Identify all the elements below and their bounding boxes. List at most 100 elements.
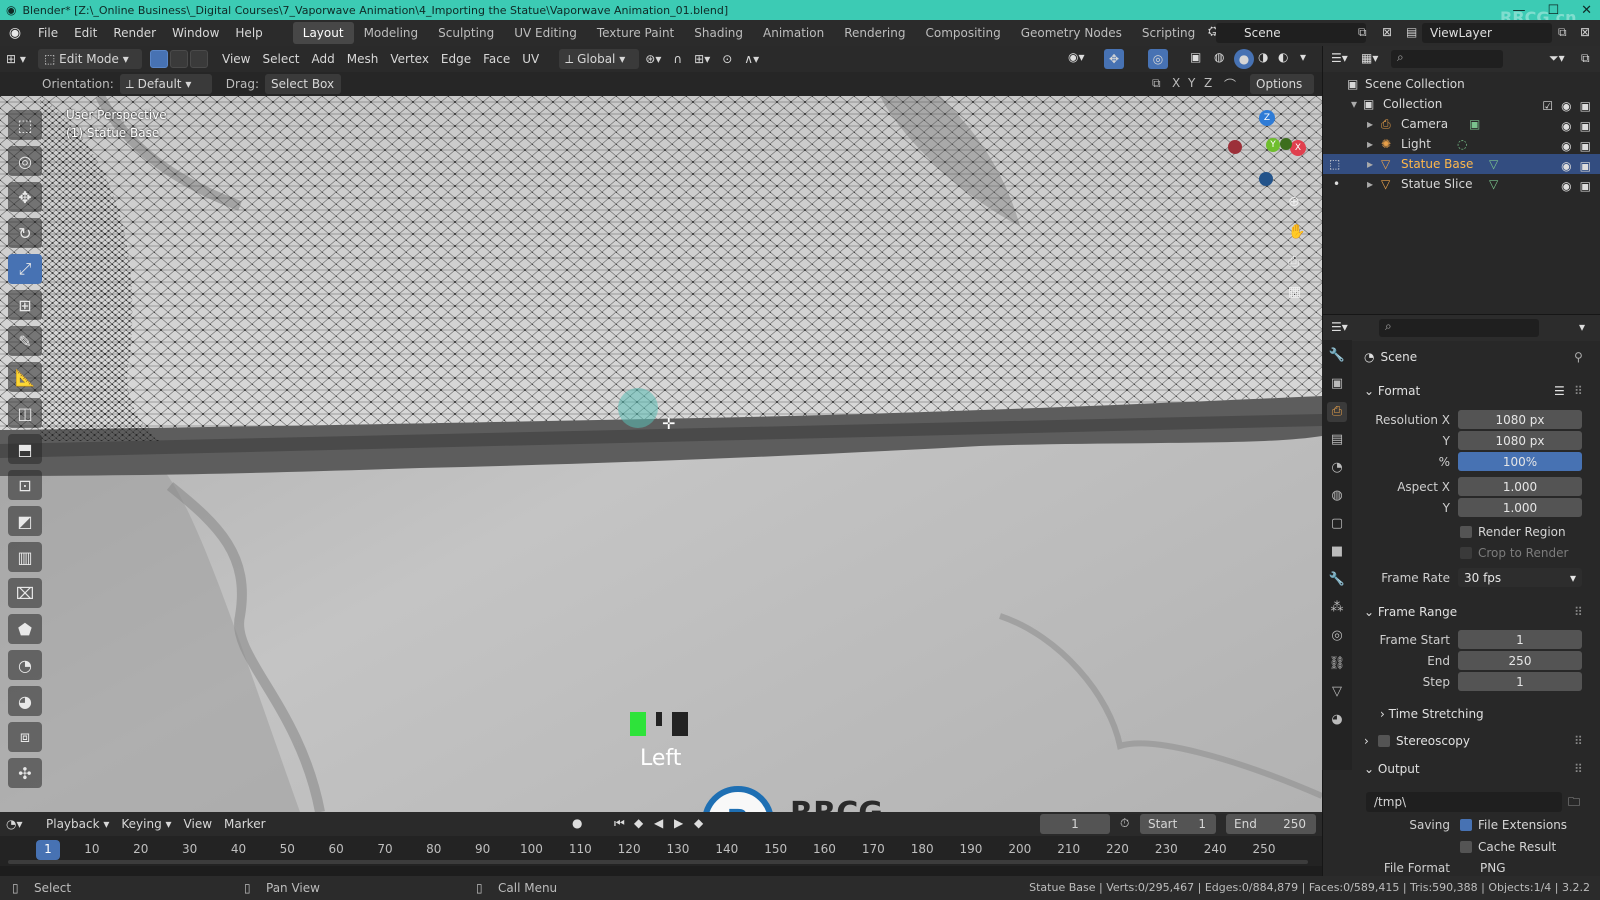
material-shading-icon[interactable]: ◑ xyxy=(1258,50,1268,64)
wireframe-shading-icon[interactable]: ◍ xyxy=(1214,50,1224,64)
playback-menu[interactable]: Playback ▾ xyxy=(40,814,115,834)
pin-icon[interactable]: ⚲ xyxy=(1574,350,1583,364)
3d-viewport[interactable]: User Perspective (1) Statue Base Z X Y ⊕… xyxy=(0,96,1322,812)
file-format-dropdown[interactable]: PNG xyxy=(1480,858,1506,874)
render-tab-icon[interactable]: ▣ xyxy=(1327,374,1347,394)
solid-shading-icon[interactable]: ● xyxy=(1234,49,1254,69)
shrink-fatten-tool-icon[interactable]: ✣ xyxy=(8,758,42,788)
timeline-view-menu[interactable]: View xyxy=(178,814,218,834)
render-region-checkbox[interactable] xyxy=(1460,526,1472,538)
resolution-y-field[interactable]: 1080 px xyxy=(1458,431,1582,450)
menu-mesh[interactable]: Mesh xyxy=(341,49,385,69)
properties-editor-icon[interactable]: ☰▾ xyxy=(1331,320,1348,334)
timeline-ruler[interactable]: 1 10 20 30 40 50 60 70 80 90 100 110 120 130 140 150 160… xyxy=(0,836,1322,866)
tool-tab-icon[interactable]: 🔧 xyxy=(1327,346,1347,366)
particles-tab-icon[interactable]: ⁂ xyxy=(1327,598,1347,618)
properties-search-input[interactable]: ⌕ xyxy=(1379,319,1539,337)
tab-animation[interactable]: Animation xyxy=(753,22,834,44)
gizmo-y-axis-icon[interactable]: Y xyxy=(1266,138,1280,152)
current-frame-field[interactable]: 1 xyxy=(1040,814,1110,834)
scene-tab-icon[interactable]: ◔ xyxy=(1327,458,1347,478)
new-view-layer-icon[interactable]: ⧉ xyxy=(1558,25,1567,40)
chevron-right-icon[interactable]: ▸ xyxy=(1367,134,1373,154)
jump-start-icon[interactable]: ⏮ xyxy=(614,816,625,831)
timeline-scrollbar[interactable] xyxy=(8,860,1308,864)
menu-edit[interactable]: Edit xyxy=(66,20,105,46)
spin-tool-icon[interactable]: ◔ xyxy=(8,650,42,680)
move-tool-icon[interactable]: ✥ xyxy=(8,182,42,212)
modifier-tab-icon[interactable]: 🔧 xyxy=(1327,570,1347,590)
edge-select-icon[interactable] xyxy=(170,50,188,68)
falloff-icon[interactable]: ∧▾ xyxy=(738,49,765,69)
frame-range-panel-header[interactable]: ⌄ Frame Range ⠿ xyxy=(1364,601,1590,623)
drag-handle-icon[interactable]: ⠿ xyxy=(1574,380,1583,402)
menu-face[interactable]: Face xyxy=(477,49,516,69)
presets-icon[interactable]: ☰ xyxy=(1554,380,1565,402)
menu-help[interactable]: Help xyxy=(227,20,270,46)
display-mode-icon[interactable]: ▦▾ xyxy=(1361,51,1378,65)
output-path-field[interactable]: /tmp\ xyxy=(1366,792,1562,812)
add-cube-tool-icon[interactable]: ◫ xyxy=(8,398,42,428)
menu-render[interactable]: Render xyxy=(105,20,164,46)
camera-icon[interactable]: ▣ xyxy=(1580,176,1591,196)
frame-rate-dropdown[interactable]: 30 fps ▾ xyxy=(1458,568,1582,587)
menu-edge[interactable]: Edge xyxy=(435,49,477,69)
gizmo-z-axis-icon[interactable]: Z xyxy=(1259,110,1275,126)
knife-tool-icon[interactable]: ⌧ xyxy=(8,578,42,608)
transform-orientation-dropdown[interactable]: ⟂ Global ▾ xyxy=(559,49,640,69)
proportional-edit-icon[interactable]: ⊙ xyxy=(716,49,738,69)
menu-view[interactable]: View xyxy=(216,49,256,69)
snap-target-icon[interactable]: ⊞▾ xyxy=(688,49,716,69)
format-panel-header[interactable]: ⌄ Format ☰ ⠿ xyxy=(1364,380,1590,402)
tab-layout[interactable]: Layout xyxy=(292,22,354,44)
start-frame-field[interactable]: Start 1 xyxy=(1140,814,1216,834)
tab-texture-paint[interactable]: Texture Paint xyxy=(587,22,684,44)
gizmo-neg-x-icon[interactable] xyxy=(1228,140,1242,154)
record-icon[interactable]: ● xyxy=(572,816,582,830)
tab-rendering[interactable]: Rendering xyxy=(834,22,915,44)
loop-cut-tool-icon[interactable]: ▥ xyxy=(8,542,42,572)
marker-menu[interactable]: Marker xyxy=(218,814,271,834)
navigation-gizmo[interactable]: Z X Y xyxy=(1228,110,1308,190)
play-reverse-icon[interactable]: ◀ xyxy=(654,816,663,830)
new-collection-icon[interactable]: ⧉ xyxy=(1581,51,1590,66)
filter-icon[interactable]: ⏷▾ xyxy=(1549,51,1565,66)
transform-tool-icon[interactable]: ⊞ xyxy=(8,290,42,320)
tab-shading[interactable]: Shading xyxy=(684,22,753,44)
outliner-row-camera[interactable]: ▸ ⎙ Camera ▣ ◉ ▣ xyxy=(1323,114,1600,134)
frame-end-field[interactable]: 250 xyxy=(1458,651,1582,670)
view-object-types-icon[interactable]: ◉▾ xyxy=(1068,50,1085,64)
options-dropdown[interactable]: Options ▾ xyxy=(1250,74,1314,111)
smooth-tool-icon[interactable]: ◕ xyxy=(8,686,42,716)
menu-vertex[interactable]: Vertex xyxy=(384,49,435,69)
tab-sculpting[interactable]: Sculpting xyxy=(428,22,504,44)
aspect-y-field[interactable]: 1.000 xyxy=(1458,498,1582,517)
cache-result-checkbox[interactable] xyxy=(1460,841,1472,853)
bevel-tool-icon[interactable]: ◩ xyxy=(8,506,42,536)
tab-modeling[interactable]: Modeling xyxy=(354,22,429,44)
drag-handle-icon[interactable]: ⠿ xyxy=(1574,758,1583,780)
outliner-search-input[interactable]: ⌕ xyxy=(1391,50,1503,68)
eye-icon[interactable]: ◉ xyxy=(1561,136,1571,156)
eye-icon[interactable]: ◉ xyxy=(1561,176,1571,196)
prev-keyframe-icon[interactable]: ◆ xyxy=(634,816,643,830)
eye-icon[interactable]: ◉ xyxy=(1561,96,1571,116)
chevron-right-icon[interactable]: ▸ xyxy=(1367,114,1373,134)
constraints-tab-icon[interactable]: ⛓ xyxy=(1327,654,1347,674)
ortho-grid-icon[interactable]: ▦ xyxy=(1288,284,1301,300)
data-tab-icon[interactable]: ▽ xyxy=(1327,682,1347,702)
delete-view-layer-icon[interactable]: ⊠ xyxy=(1580,25,1590,39)
rotate-tool-icon[interactable]: ↻ xyxy=(8,218,42,248)
view-layer-field[interactable]: ViewLayer xyxy=(1422,23,1552,43)
output-tab-icon[interactable]: ⎙ xyxy=(1327,402,1347,422)
extrude-tool-icon[interactable]: ⬒ xyxy=(8,434,42,464)
collection-exclude-checkbox[interactable]: ☑ xyxy=(1542,96,1553,116)
file-extensions-checkbox[interactable] xyxy=(1460,819,1472,831)
physics-tab-icon[interactable]: ◎ xyxy=(1327,626,1347,646)
aspect-x-field[interactable]: 1.000 xyxy=(1458,477,1582,496)
gizmo-neg-y-icon[interactable] xyxy=(1280,138,1292,150)
stereoscopy-header[interactable]: › Stereoscopy ⠿ xyxy=(1364,730,1590,752)
rendered-shading-icon[interactable]: ◐ xyxy=(1278,50,1288,64)
close-icon[interactable]: ✕ xyxy=(1581,3,1592,18)
poly-build-tool-icon[interactable]: ⬟ xyxy=(8,614,42,644)
